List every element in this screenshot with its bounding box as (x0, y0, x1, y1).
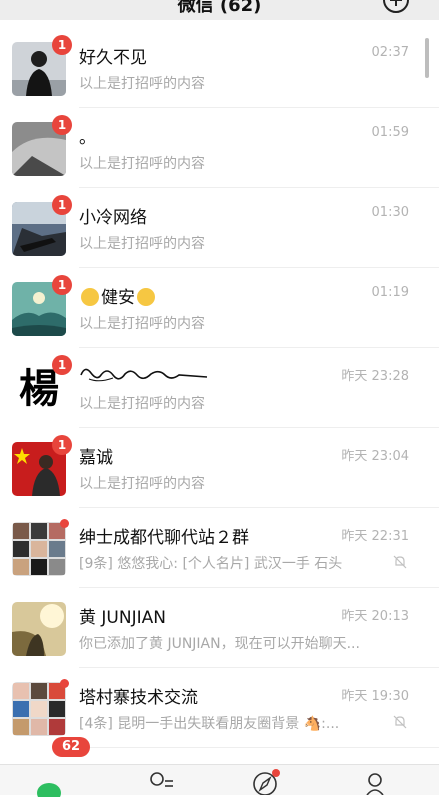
scrollbar[interactable] (425, 38, 429, 78)
chat-item[interactable]: 1 健安 01:19 以上是打招呼的内容 (0, 268, 439, 348)
chat-time: 昨天 19:30 (341, 689, 409, 704)
chat-preview: 以上是打招呼的内容 (79, 396, 205, 412)
unread-badge: 1 (52, 355, 72, 375)
unread-dot (60, 519, 69, 528)
chat-time: 昨天 23:04 (341, 449, 409, 464)
script-name-icon (80, 368, 208, 382)
chat-preview: 以上是打招呼的内容 (79, 76, 205, 92)
mute-bell-icon (393, 715, 407, 729)
mute-bell-icon (393, 555, 407, 569)
chat-item[interactable]: 1 小冷网络 01:30 以上是打招呼的内容 (0, 188, 439, 268)
chats-unread-badge: 62 (52, 737, 90, 757)
chat-name: 健安 (79, 283, 157, 308)
chat-item[interactable]: 黄 JUNJIAN 昨天 20:13 你已添加了黄 JUNJIAN，现在可以开始… (0, 588, 439, 668)
chat-preview: [4条] 昆明一手出失联看朋友圈背景 🐴:... (79, 716, 340, 732)
chat-name: 好久不见 (79, 48, 147, 68)
chat-time: 01:59 (371, 125, 409, 140)
chat-list: 1 好久不见 02:37 以上是打招呼的内容 1 。 01:59 以上是打招呼的… (0, 28, 439, 748)
contacts-icon (150, 772, 173, 787)
chat-name: 黄 JUNJIAN (79, 608, 166, 628)
chat-item[interactable]: 1 嘉诚 昨天 23:04 以上是打招呼的内容 (0, 428, 439, 508)
header: 微信 (62) (0, 0, 439, 20)
chat-time: 02:37 (371, 45, 409, 60)
chat-time: 01:30 (371, 205, 409, 220)
chat-name: 嘉诚 (79, 448, 113, 468)
bottom-tabbar: 62 (0, 737, 439, 801)
unread-badge: 1 (52, 195, 72, 215)
chat-name-script (79, 363, 209, 390)
avatar (12, 602, 66, 656)
chat-item[interactable]: 塔村寨技术交流 昨天 19:30 [4条] 昆明一手出失联看朋友圈背景 🐴:..… (0, 668, 439, 748)
tab-chats[interactable] (36, 779, 62, 801)
page-title: 微信 (62) (177, 0, 262, 16)
chat-item[interactable]: 楊 1 昨天 23:28 以上是打招呼的内容 (0, 348, 439, 428)
chat-item[interactable]: 1 。 01:59 以上是打招呼的内容 (0, 108, 439, 188)
chat-preview: 你已添加了黄 JUNJIAN，现在可以开始聊天... (79, 636, 360, 652)
unread-badge: 1 (52, 35, 72, 55)
chat-time: 昨天 23:28 (341, 369, 409, 384)
unread-badge: 1 (52, 275, 72, 295)
unread-badge: 1 (52, 435, 72, 455)
unread-dot (60, 679, 69, 688)
chat-item[interactable]: 1 好久不见 02:37 以上是打招呼的内容 (0, 28, 439, 108)
smile-emoji-icon (81, 288, 99, 306)
discover-dot (272, 769, 280, 777)
chat-name: 。 (79, 128, 96, 148)
chat-time: 昨天 22:31 (341, 529, 409, 544)
chat-name: 绅士成都代聊代站２群 (79, 528, 249, 548)
chat-name: 塔村寨技术交流 (79, 688, 198, 708)
avatar-calligraphy: 楊 (19, 365, 59, 412)
group-avatar (12, 682, 66, 736)
group-avatar (12, 522, 66, 576)
person-icon (366, 773, 384, 796)
chat-preview: 以上是打招呼的内容 (79, 316, 205, 332)
chat-item[interactable]: 绅士成都代聊代站２群 昨天 22:31 [9条] 悠悠我心: [个人名片] 武汉… (0, 508, 439, 588)
unread-badge: 1 (52, 115, 72, 135)
chat-preview: 以上是打招呼的内容 (79, 156, 205, 172)
chat-time: 昨天 20:13 (341, 609, 409, 624)
chat-time: 01:19 (371, 285, 409, 300)
chat-name: 小冷网络 (79, 208, 147, 228)
chat-preview: 以上是打招呼的内容 (79, 476, 205, 492)
chat-preview: 以上是打招呼的内容 (79, 236, 205, 252)
smile-emoji-icon (137, 288, 155, 306)
chat-preview: [9条] 悠悠我心: [个人名片] 武汉一手 石头 (79, 556, 343, 572)
chat-bubble-icon (37, 783, 61, 801)
